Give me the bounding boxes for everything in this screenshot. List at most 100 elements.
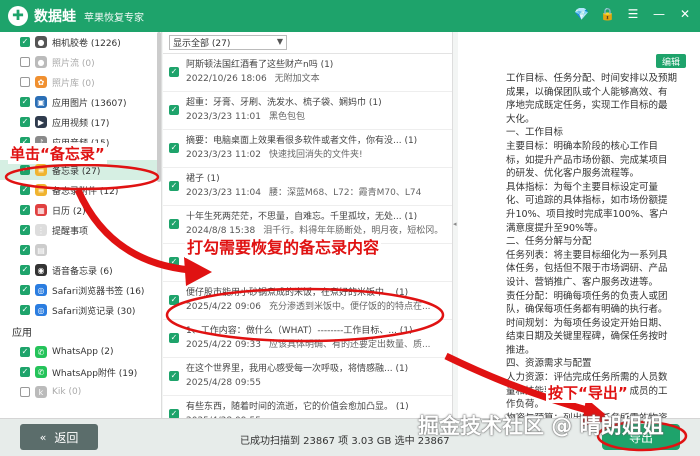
memo-meta: 2022/10/26 18:06 无附加文本 xyxy=(186,72,452,86)
memo-content-line: 推进。 xyxy=(506,344,535,356)
sidebar-item[interactable]: ✓ ⋮ 提醒事项 xyxy=(0,220,161,240)
sidebar-item[interactable]: ✓ ▦ 日历 (2) xyxy=(0,200,161,220)
memo-row[interactable]: ✓ 摘要：电脑桌面上效果看很多软件或者文件，你有没... (1) 2023/3/23… xyxy=(163,130,452,168)
sidebar-item[interactable]: ✓ ▣ 应用图片 (13607) xyxy=(0,92,161,112)
item-checkbox[interactable]: ✓ xyxy=(20,265,30,275)
memo-row[interactable]: ✓ 阿斯顿法国红酒看了这些财产n吗 (1) 2022/10/26 18:06 无附加文… xyxy=(163,54,452,92)
memo-row-checkbox[interactable]: ✓ xyxy=(169,371,179,381)
memo-row-checkbox[interactable]: ✓ xyxy=(169,143,179,153)
memo-snippet: 应该具体明确、有的还要定出数量、质... xyxy=(268,340,431,350)
sidebar-item-label: 应用视频 (17) xyxy=(52,118,110,129)
memo-content-line: 四、资源需求与配置 xyxy=(506,358,592,370)
item-checkbox[interactable] xyxy=(20,57,30,67)
memo-list-panel: 显示全部 (27) ▼ ✓ 阿斯顿法国红酒看了这些财产n吗 (1) 2022/10/… xyxy=(163,32,463,456)
sidebar-item[interactable]: ✓ ▶ 应用视频 (17) xyxy=(0,112,161,132)
memo-content-line: 升10%、项目按时完成率100%、客户 xyxy=(506,208,669,220)
memo-row[interactable]: ✓ 裙子 (1) 2023/3/23 11:04 腰：深蓝M68、L72：霞青M70、… xyxy=(163,168,452,206)
memo-row-checkbox[interactable]: ✓ xyxy=(169,67,179,77)
item-checkbox[interactable]: ✓ xyxy=(20,37,30,47)
memo-checkbox[interactable]: ✓ xyxy=(20,165,30,175)
title-bar: ✚ 数据蛙 苹果恢复专家 💎 🔒 ☰ — ✕ xyxy=(0,0,700,32)
section-apps: 应用 xyxy=(12,327,32,339)
sidebar-item[interactable]: ● 照片流 (0) xyxy=(0,52,161,72)
sidebar-item[interactable]: k Kik (0) xyxy=(0,382,161,402)
frog-logo-icon: ✚ xyxy=(8,6,28,26)
item-checkbox[interactable]: ✓ xyxy=(20,117,30,127)
category-icon: ● xyxy=(35,36,47,48)
back-button[interactable]: « 返回 xyxy=(20,424,98,450)
memo-icon: ≡ xyxy=(35,164,47,176)
sidebar-item-label: 语音备忘录 (6) xyxy=(52,266,113,277)
item-checkbox[interactable] xyxy=(20,77,30,87)
memo-content-line: 满意度提升至90%等。 xyxy=(506,222,604,234)
memo-title: 便仔股市能用小砂锅煮成的米饭，在煮好的米饭中... (1) xyxy=(186,288,409,298)
memo-row[interactable]: ✓ 在这个世界里，我用心感受每一次呼吸，将情感融... (1) 2025/4/28 … xyxy=(163,358,452,396)
sidebar-item-label: 提醒事项 xyxy=(52,226,89,237)
item-checkbox[interactable]: ✓ xyxy=(20,305,30,315)
minimize-icon[interactable]: — xyxy=(652,7,666,21)
memo-title: 超重：牙膏、牙刷、洗发水、梳子袋、娴妈巾 (1) xyxy=(186,98,382,108)
sidebar-item-label: WhatsApp (2) xyxy=(52,347,114,357)
memo-row-checkbox[interactable]: ✓ xyxy=(169,181,179,191)
item-checkbox[interactable]: ✓ xyxy=(20,205,30,215)
memo-content-line: 任务列表：将主要目标细化为一系列具 xyxy=(506,249,668,261)
back-label: 返回 xyxy=(54,430,79,445)
memo-row-checkbox[interactable]: ✓ xyxy=(169,219,179,229)
category-sidebar: ✓ ● 相机胶卷 (1226) ● 照片流 (0) ✿ 照片库 (0) ✓ ▣ 应用图片 (136… xyxy=(0,32,162,418)
memo-content-line: 成果，以确保团队或个人能够高效、有 xyxy=(506,86,668,98)
memo-row-checkbox[interactable]: ✓ xyxy=(169,295,179,305)
sidebar-item[interactable]: ✓ ✆ WhatsApp附件 (19) xyxy=(0,362,161,382)
sidebar-item-label: 应用图片 (13607) xyxy=(52,98,127,109)
memo-title: 有些东西，随着时间的流逝，它的价值会愈加凸显。 (1) xyxy=(186,402,409,412)
category-icon: ◎ xyxy=(35,304,47,316)
item-checkbox[interactable] xyxy=(20,387,30,397)
item-checkbox[interactable]: ✓ xyxy=(20,225,30,235)
edit-button[interactable]: 编辑 xyxy=(656,54,686,68)
sidebar-scrollbar[interactable] xyxy=(157,32,161,182)
chevron-down-icon: ▼ xyxy=(276,37,283,46)
item-checkbox[interactable]: ✓ xyxy=(20,367,30,377)
filter-select[interactable]: 显示全部 (27) ▼ xyxy=(169,35,287,50)
category-icon: ▦ xyxy=(35,204,47,216)
sidebar-item[interactable]: ✓ ◎ Safari浏览记录 (30) xyxy=(0,300,161,320)
item-checkbox[interactable]: ✓ xyxy=(20,245,30,255)
sidebar-item[interactable]: ✓ ◎ Safari浏览器书签 (16) xyxy=(0,280,161,300)
memo-row-body: 裙子 (1) 2023/3/23 11:04 腰：深蓝M68、L72：霞青M70、L… xyxy=(184,168,452,205)
memo-content-line: 责任分配：明确每项任务的负责人或团 xyxy=(506,290,668,302)
menu-icon[interactable]: ☰ xyxy=(626,7,640,21)
sidebar-item-label: Safari浏览记录 (30) xyxy=(52,306,136,317)
memo-row[interactable]: ✓ 超重：牙膏、牙刷、洗发水、梳子袋、娴妈巾 (1) 2023/3/23 11:01… xyxy=(163,92,452,130)
memo-row[interactable]: ✓ 便仔股市能用小砂锅煮成的米饭，在煮好的米饭中... (1) 2025/4/22 … xyxy=(163,282,452,320)
memo-meta: 2025/4/28 09:55 xyxy=(186,376,452,390)
memo-content-line: 一、工作目标 xyxy=(506,127,564,139)
memo-detail-panel: 编辑 工作目标、任务分配、时间安排以及预期 成果，以确保团队或个人能够高效、有 序地… xyxy=(458,32,700,456)
sidebar-item[interactable]: ✓ ▤ xyxy=(0,240,161,260)
category-icon: k xyxy=(35,386,47,398)
item-checkbox[interactable]: ✓ xyxy=(20,347,30,357)
item-checkbox[interactable]: ✓ xyxy=(20,185,30,195)
memo-meta: 2023/3/23 11:01 黑色包包 xyxy=(186,110,452,124)
close-icon[interactable]: ✕ xyxy=(678,7,692,21)
annotation-select-hint: 打勾需要恢复的备忘录内容 xyxy=(185,234,382,258)
app-subtitle: 苹果恢复专家 xyxy=(84,12,144,24)
memo-row-checkbox[interactable]: ✓ xyxy=(169,257,179,267)
memo-row[interactable]: ✓ 1、工作内容：做什么（WHAT）--------工作目标、... (1) 202… xyxy=(163,320,452,358)
vip-icon[interactable]: 💎 xyxy=(574,7,589,21)
sidebar-item[interactable]: ✓ ◉ 语音备忘录 (6) xyxy=(0,260,161,280)
item-checkbox[interactable]: ✓ xyxy=(20,285,30,295)
memo-date: 2023/3/23 11:02 xyxy=(186,150,261,160)
sidebar-item[interactable]: ✓ ● 相机胶卷 (1226) xyxy=(0,32,161,52)
sidebar-item[interactable]: ✓ ≡ 备忘录附件 (12) xyxy=(0,180,161,200)
item-checkbox[interactable]: ✓ xyxy=(20,97,30,107)
app-logo: ✚ 数据蛙 苹果恢复专家 xyxy=(8,6,144,26)
sidebar-item-label: Safari浏览器书签 (16) xyxy=(52,286,145,297)
sidebar-item[interactable]: ✓ ✆ WhatsApp (2) xyxy=(0,342,161,362)
category-icon: ◎ xyxy=(35,284,47,296)
memo-snippet: 黑色包包 xyxy=(268,112,305,122)
memo-row-checkbox[interactable]: ✓ xyxy=(169,333,179,343)
memo-meta: 2023/3/23 11:02 快速找回消失的文件夹! xyxy=(186,148,452,162)
app-name: 数据蛙 xyxy=(34,9,76,25)
lock-icon[interactable]: 🔒 xyxy=(600,7,615,21)
sidebar-item[interactable]: ✿ 照片库 (0) xyxy=(0,72,161,92)
memo-row-checkbox[interactable]: ✓ xyxy=(169,105,179,115)
